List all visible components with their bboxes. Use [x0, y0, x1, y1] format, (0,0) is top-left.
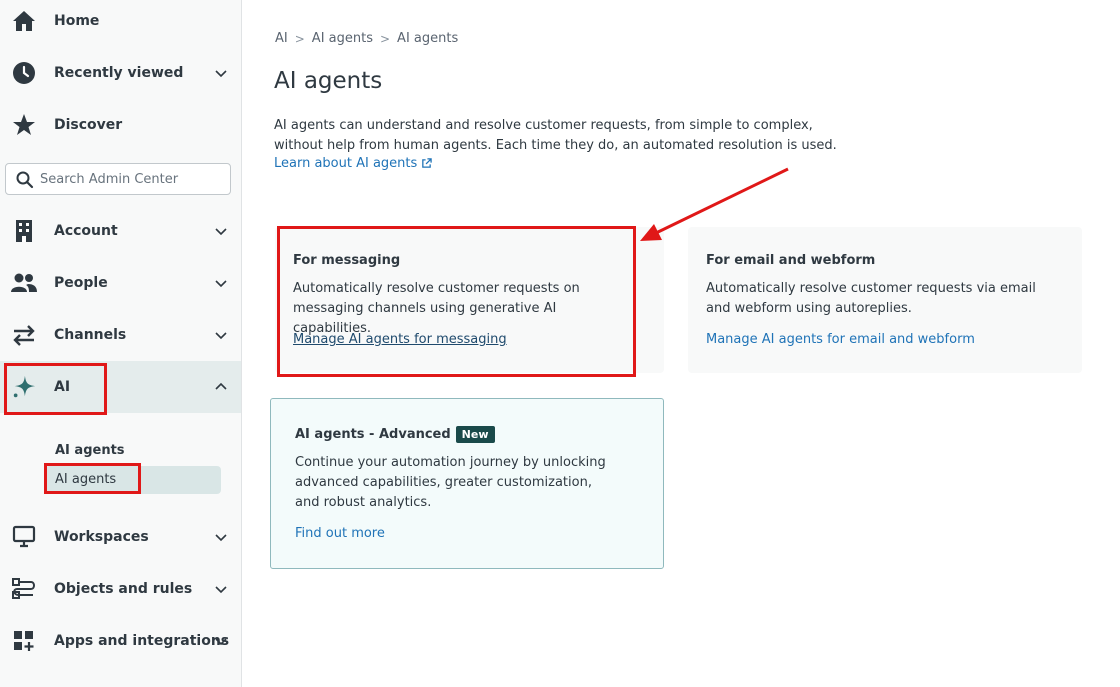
nav-item-account[interactable]: Account	[0, 205, 241, 257]
card-email-webform: For email and webform Automatically reso…	[688, 227, 1082, 373]
breadcrumb-item-current: AI agents	[397, 31, 459, 46]
nav-item-label: Recently viewed	[54, 65, 184, 81]
channels-icon	[11, 322, 37, 348]
building-icon	[11, 218, 37, 244]
card-description: Automatically resolve customer requests …	[706, 281, 1036, 316]
card-ai-agents-advanced: AI agents - Advanced New Continue your a…	[270, 398, 664, 569]
manage-messaging-link[interactable]: Manage AI agents for messaging	[293, 332, 507, 347]
learn-more-link-label: Learn about AI agents	[274, 156, 418, 171]
card-title: For email and webform	[706, 253, 876, 268]
external-link-icon	[422, 158, 433, 168]
learn-more-link[interactable]: Learn about AI agents	[274, 156, 433, 171]
sidebar: Home Recently viewed Discover Account	[0, 0, 242, 687]
nav-item-label: Account	[54, 223, 118, 239]
card-description: Automatically resolve customer requests …	[293, 281, 580, 336]
sidebar-group-ai-agents: AI agents	[55, 443, 125, 458]
nav-item-recently-viewed[interactable]: Recently viewed	[0, 47, 241, 99]
search-box	[5, 163, 231, 195]
main-content: AI > AI agents > AI agents AI agents AI …	[242, 0, 1120, 687]
card-title-text: AI agents - Advanced	[295, 427, 451, 442]
nav-item-channels[interactable]: Channels	[0, 309, 241, 361]
breadcrumb-item[interactable]: AI agents	[312, 31, 373, 46]
chevron-down-icon[interactable]	[212, 274, 230, 292]
nav-item-workspaces[interactable]: Workspaces	[0, 511, 241, 563]
monitor-icon	[11, 524, 37, 550]
chevron-right-icon: >	[294, 31, 305, 46]
search-input[interactable]	[40, 169, 225, 189]
breadcrumb: AI > AI agents > AI agents	[275, 31, 458, 46]
chevron-down-icon[interactable]	[212, 326, 230, 344]
objects-icon	[11, 576, 37, 602]
nav-item-label: Apps and integrations	[54, 633, 230, 649]
card-title: AI agents - Advanced New	[295, 426, 495, 443]
nav-item-people[interactable]: People	[0, 257, 241, 309]
sparkle-icon	[11, 374, 37, 400]
people-icon	[11, 270, 37, 296]
nav-item-label: Channels	[54, 327, 127, 343]
nav-item-label: People	[54, 275, 108, 291]
chevron-down-icon[interactable]	[212, 632, 230, 650]
home-icon	[11, 8, 37, 34]
apps-icon	[11, 628, 37, 654]
card-messaging: For messaging Automatically resolve cust…	[275, 227, 664, 373]
nav-item-label: Workspaces	[54, 529, 149, 545]
chevron-down-icon[interactable]	[212, 580, 230, 598]
nav-item-label: AI	[54, 379, 71, 395]
nav-item-label: Discover	[54, 117, 123, 133]
chevron-down-icon[interactable]	[212, 64, 230, 82]
find-out-more-link[interactable]: Find out more	[295, 526, 385, 541]
nav-item-discover[interactable]: Discover	[0, 99, 241, 151]
nav-item-ai[interactable]: AI	[0, 361, 241, 413]
page-description: AI agents can understand and resolve cus…	[274, 118, 837, 153]
chevron-down-icon[interactable]	[212, 222, 230, 240]
card-description: Continue your automation journey by unlo…	[295, 455, 606, 510]
nav-item-label: Home	[54, 13, 100, 29]
search-icon	[16, 171, 34, 189]
star-icon	[11, 112, 37, 138]
nav-item-objects-and-rules[interactable]: Objects and rules	[0, 563, 241, 615]
card-title: For messaging	[293, 253, 401, 268]
sidebar-item-ai-agents[interactable]: AI agents	[45, 466, 221, 494]
nav-item-home[interactable]: Home	[0, 0, 241, 47]
new-badge: New	[455, 426, 495, 443]
nav-item-label: Objects and rules	[54, 581, 193, 597]
manage-email-webform-link[interactable]: Manage AI agents for email and webform	[706, 332, 975, 347]
breadcrumb-item[interactable]: AI	[275, 31, 288, 46]
chevron-right-icon: >	[379, 31, 391, 46]
nav-item-apps-and-integrations[interactable]: Apps and integrations	[0, 615, 241, 667]
page-title: AI agents	[274, 68, 383, 94]
clock-icon	[11, 60, 37, 86]
chevron-up-icon[interactable]	[212, 378, 230, 396]
chevron-down-icon[interactable]	[212, 528, 230, 546]
